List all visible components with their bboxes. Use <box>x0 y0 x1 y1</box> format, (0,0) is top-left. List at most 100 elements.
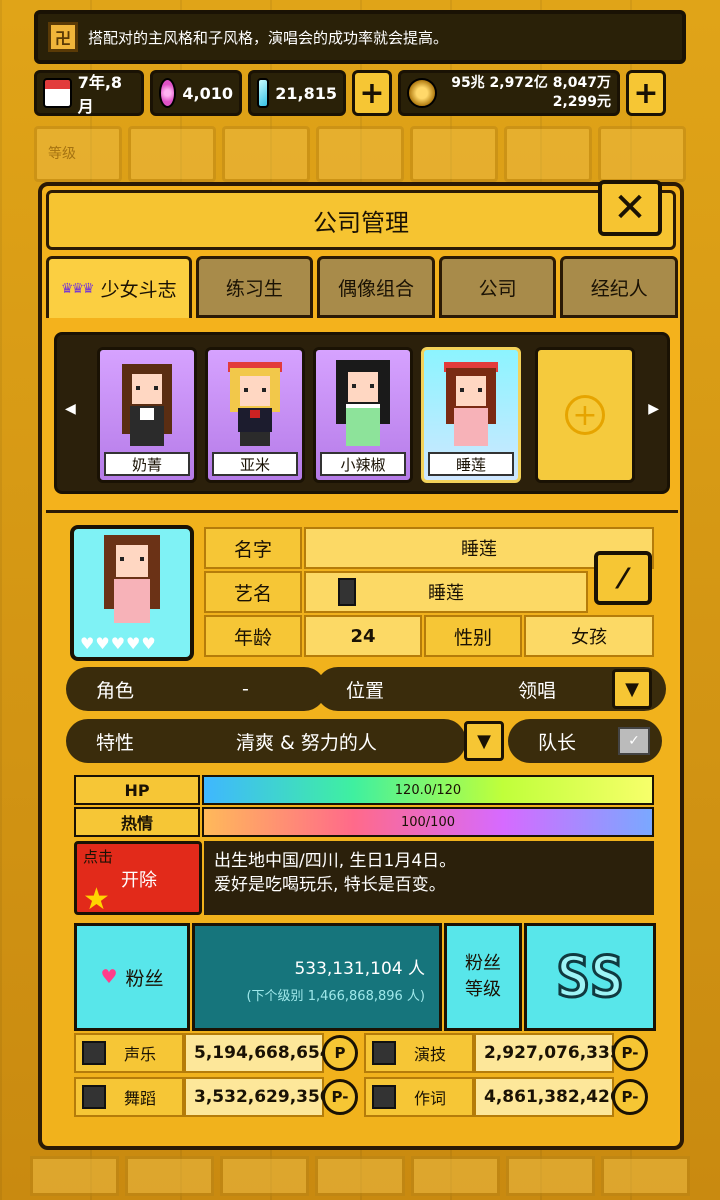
skill-vocal: 声乐 5,194,668,654 P <box>74 1033 360 1073</box>
camera-icon <box>372 1041 396 1065</box>
calendar-icon <box>43 78 72 108</box>
passion-text: 100/100 <box>400 814 455 830</box>
member-portrait <box>122 364 172 446</box>
member-card-selected[interactable]: 睡莲 <box>421 347 521 483</box>
chevron-down-icon: ▼ <box>625 678 639 700</box>
hp-text: 120.0/120 <box>394 782 462 798</box>
date-display: 7年,8月 <box>34 70 144 116</box>
tab-manager[interactable]: 经纪人 <box>560 256 679 318</box>
heart-rating-icon: ♥♥♥♥♥ <box>80 634 157 653</box>
dismiss-label: 开除 <box>121 870 157 891</box>
leader-row: 队长 ✓ <box>508 719 662 763</box>
pen-icon <box>372 1085 396 1109</box>
tip-bar: 卍 搭配对的主风格和子风格，演唱会的成功率就会提高。 <box>34 10 686 64</box>
member-carousel: ◀ ▶ 奶菁 亚米 小辣椒 睡莲 + <box>54 332 670 494</box>
tab-label: 经纪人 <box>590 277 648 300</box>
gender-value: 女孩 <box>524 615 654 657</box>
resource-bar: 7年,8月 4,010 21,815 + 95兆 2,972亿 8,047万 2… <box>34 68 686 118</box>
member-portrait <box>444 362 498 446</box>
stage-name-label: 艺名 <box>204 571 302 613</box>
close-button[interactable]: ✕ <box>598 180 662 236</box>
stage-name-value: 睡莲 <box>304 571 588 613</box>
skill-value: 4,861,382,426 <box>474 1077 622 1117</box>
fans-count-box: 533,131,104 人 (下个级别 1,466,868,896 人) <box>192 923 442 1031</box>
skill-label-box: 声乐 <box>74 1033 184 1073</box>
skill-grade: P- <box>322 1079 358 1115</box>
tip-text: 搭配对的主风格和子风格，演唱会的成功率就会提高。 <box>88 28 449 47</box>
date-text: 7年,8月 <box>77 73 123 116</box>
skill-grade: P- <box>612 1035 648 1071</box>
skill-label: 舞蹈 <box>124 1089 157 1108</box>
member-name: 奶菁 <box>104 452 190 476</box>
dismiss-button[interactable]: 点击 开除 ★ <box>74 841 202 917</box>
avatar: ♥♥♥♥♥ <box>70 525 194 661</box>
biography: 出生地中国/四川, 生日1月4日。 爱好是吃喝玩乐, 特长是百变。 <box>204 841 654 915</box>
scroll-left-icon[interactable]: ◀ <box>65 401 76 417</box>
background-level-label: 等级 <box>48 146 76 162</box>
skill-label-box: 作词 <box>364 1077 474 1117</box>
blue-gem-count: 21,815 <box>275 83 337 103</box>
shoe-icon <box>82 1085 106 1109</box>
skill-grade: P- <box>612 1079 648 1115</box>
passion-label: 热情 <box>74 807 200 837</box>
position-value: 领唱 <box>518 679 557 702</box>
position-label: 位置 <box>346 679 385 702</box>
position-dropdown[interactable]: ▼ <box>612 669 652 709</box>
age-label: 年龄 <box>204 615 302 657</box>
microphone-icon <box>82 1041 106 1065</box>
money-line1: 95兆 2,972亿 8,047万 <box>451 75 611 91</box>
money-display: 95兆 2,972亿 8,047万 2,299元 <box>398 70 620 116</box>
tab-label: 少女斗志 <box>100 279 177 301</box>
skill-dance: 舞蹈 3,532,629,350 P- <box>74 1077 360 1117</box>
add-money-button[interactable]: + <box>626 70 666 116</box>
chevron-down-icon: ▼ <box>477 730 491 752</box>
trait-value: 清爽 & 努力的人 <box>236 731 377 754</box>
skill-value: 5,194,668,654 <box>184 1033 332 1073</box>
member-card[interactable]: 奶菁 <box>97 347 197 483</box>
pink-gem-display: 4,010 <box>150 70 242 116</box>
tab-girl-spirit[interactable]: ♛♛♛ 少女斗志 <box>46 256 192 318</box>
skill-label: 声乐 <box>124 1045 157 1064</box>
member-portrait <box>228 362 282 446</box>
trait-dropdown[interactable]: ▼ <box>464 721 504 761</box>
scroll-icon: 卍 <box>48 22 78 52</box>
skill-value: 3,532,629,350 <box>184 1077 332 1117</box>
leader-label: 队长 <box>538 731 577 754</box>
pink-gem-count: 4,010 <box>182 83 233 103</box>
fans-section: ♥ 粉丝 533,131,104 人 (下个级别 1,466,868,896 人… <box>74 923 656 1031</box>
background-nav <box>34 126 686 182</box>
tab-trainee[interactable]: 练习生 <box>195 256 314 318</box>
stage-name-text: 睡莲 <box>428 583 464 604</box>
bio-line: 爱好是吃喝玩乐, 特长是百变。 <box>214 875 446 895</box>
blue-gem-icon <box>257 78 270 108</box>
add-member-slot[interactable]: + <box>535 347 635 483</box>
hp-bar: 120.0/120 <box>202 775 654 805</box>
pencil-icon: ⁄ <box>620 561 626 595</box>
trait-label: 特性 <box>96 731 135 754</box>
trait-row: 特性 清爽 & 努力的人 <box>66 719 466 763</box>
role-row: 角色 - <box>66 667 326 711</box>
member-name: 亚米 <box>212 452 298 476</box>
tab-company[interactable]: 公司 <box>438 256 557 318</box>
role-label: 角色 <box>96 679 135 702</box>
girl-group-icon: ♛♛♛ <box>60 280 95 297</box>
fan-level-label: 粉丝 等级 <box>444 923 522 1031</box>
tab-idol-group[interactable]: 偶像组合 <box>317 256 435 318</box>
leader-checkbox[interactable]: ✓ <box>618 727 650 755</box>
role-value: - <box>242 678 249 700</box>
skill-lyrics: 作词 4,861,382,426 P- <box>364 1077 650 1117</box>
heart-icon: ♥ <box>100 966 118 988</box>
tab-bar: ♛♛♛ 少女斗志 练习生 偶像组合 公司 经纪人 <box>46 256 679 318</box>
avatar-portrait <box>104 535 160 623</box>
fan-level-grade: SS <box>524 923 656 1031</box>
company-management-panel: 公司管理 ✕ ♛♛♛ 少女斗志 练习生 偶像组合 公司 经纪人 ◀ ▶ 奶菁 亚… <box>38 180 684 1150</box>
blue-gem-display: 21,815 <box>248 70 346 116</box>
edit-name-button[interactable]: ⁄ <box>594 551 652 605</box>
member-card[interactable]: 小辣椒 <box>313 347 413 483</box>
add-gems-button[interactable]: + <box>352 70 392 116</box>
scroll-right-icon[interactable]: ▶ <box>648 401 659 417</box>
microphone-icon <box>338 578 356 606</box>
member-card[interactable]: 亚米 <box>205 347 305 483</box>
star-icon: ★ <box>83 882 110 917</box>
bio-line: 出生地中国/四川, 生日1月4日。 <box>214 851 457 871</box>
